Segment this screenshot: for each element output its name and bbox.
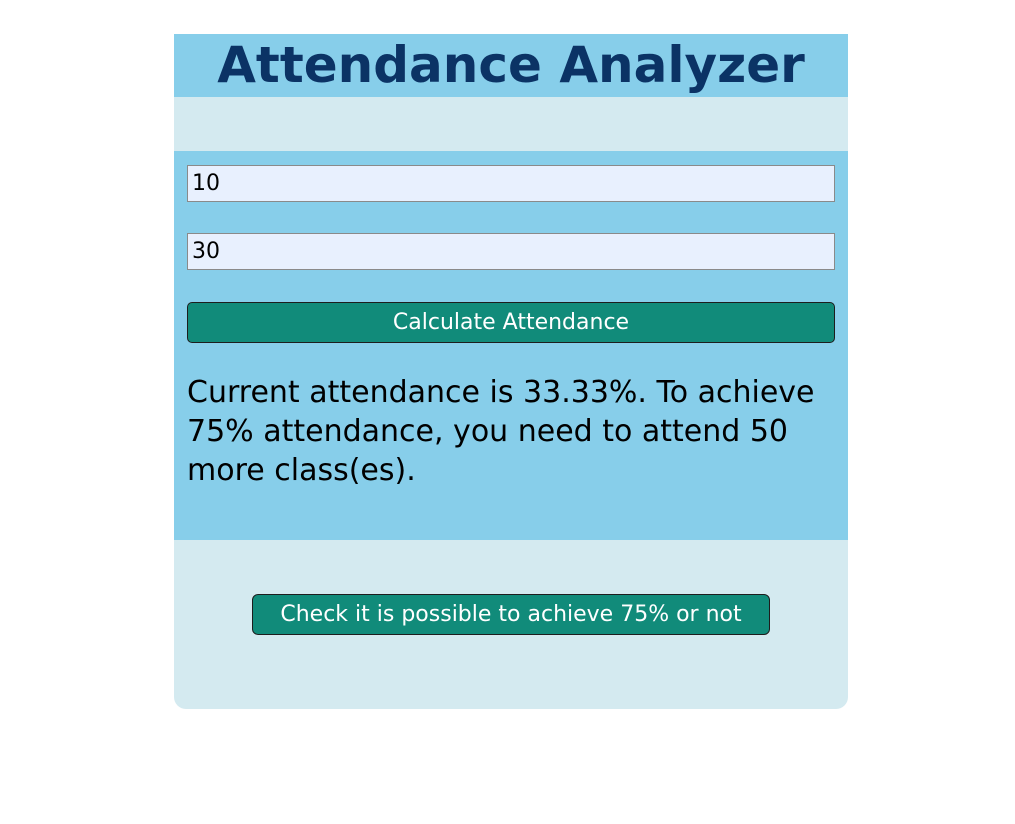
- classes-attended-input[interactable]: [187, 165, 835, 202]
- check-possibility-button[interactable]: Check it is possible to achieve 75% or n…: [252, 594, 770, 635]
- form-panel: Calculate Attendance Current attendance …: [174, 151, 848, 540]
- total-classes-input[interactable]: [187, 233, 835, 270]
- attendance-result-text: Current attendance is 33.33%. To achieve…: [187, 375, 815, 488]
- page-title: Attendance Analyzer: [217, 36, 805, 94]
- title-bar: Attendance Analyzer: [174, 34, 848, 97]
- calculate-attendance-button[interactable]: Calculate Attendance: [187, 302, 835, 343]
- attendance-card: Attendance Analyzer Calculate Attendance…: [174, 34, 848, 709]
